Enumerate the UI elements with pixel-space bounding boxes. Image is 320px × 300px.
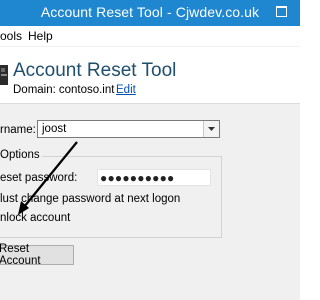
username-combo[interactable]: joost xyxy=(37,120,220,138)
username-label: rname: xyxy=(0,124,36,136)
password-field[interactable]: ●●●●●●●●●● xyxy=(97,169,211,186)
reset-account-button[interactable]: Reset Account xyxy=(0,243,74,267)
domain-value: contoso.int xyxy=(58,84,115,96)
password-value: ●●●●●●●●●● xyxy=(100,171,175,185)
options-group-label: Options xyxy=(0,149,42,161)
window-title: Account Reset Tool - Cjwdev.co.uk xyxy=(40,4,260,20)
maximize-button[interactable] xyxy=(262,0,300,22)
chevron-down-icon xyxy=(208,127,215,131)
must-change-password-checkbox-label[interactable]: lust change password at next logon xyxy=(0,193,180,205)
reset-password-checkbox-label[interactable]: eset password: xyxy=(0,172,77,184)
menu-tools[interactable]: ools xyxy=(0,29,22,43)
maximize-icon xyxy=(275,5,287,17)
domain-label: Domain: xyxy=(13,84,56,96)
username-value: joost xyxy=(42,123,67,135)
app-title: Account Reset Tool xyxy=(13,60,177,81)
domain-info: Domain: contoso.int xyxy=(13,84,114,96)
edit-domain-link[interactable]: Edit xyxy=(116,84,136,96)
menu-help[interactable]: Help xyxy=(28,29,53,43)
title-bar: Account Reset Tool - Cjwdev.co.uk xyxy=(0,0,300,26)
dropdown-button[interactable] xyxy=(203,121,219,137)
unlock-account-checkbox-label[interactable]: nlock account xyxy=(0,212,70,224)
app-icon xyxy=(0,65,8,85)
menu-bar: ools Help xyxy=(0,26,300,47)
